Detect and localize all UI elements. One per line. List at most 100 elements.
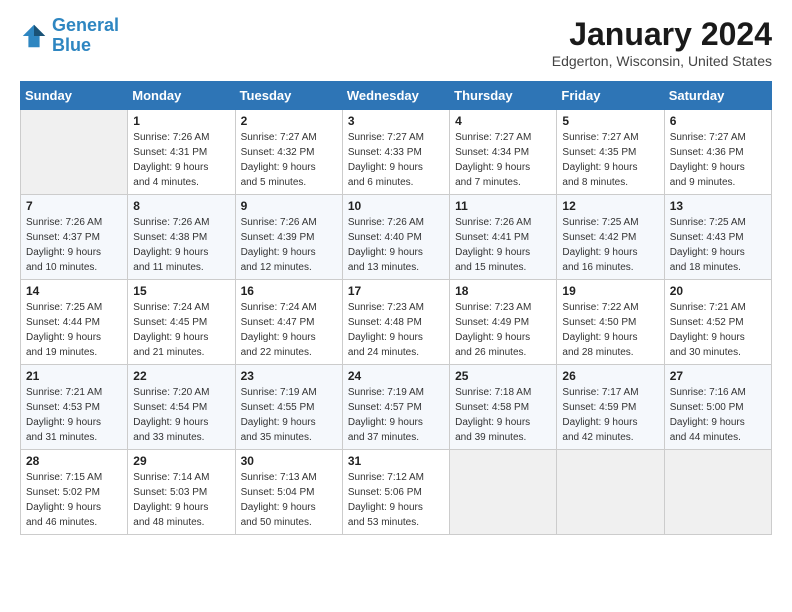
day-number: 7: [26, 199, 122, 213]
day-info: Sunrise: 7:26 AM Sunset: 4:38 PM Dayligh…: [133, 215, 229, 275]
day-info: Sunrise: 7:26 AM Sunset: 4:39 PM Dayligh…: [241, 215, 337, 275]
week-row-4: 21Sunrise: 7:21 AM Sunset: 4:53 PM Dayli…: [21, 365, 772, 450]
day-info: Sunrise: 7:20 AM Sunset: 4:54 PM Dayligh…: [133, 385, 229, 445]
day-info: Sunrise: 7:25 AM Sunset: 4:43 PM Dayligh…: [670, 215, 766, 275]
day-info: Sunrise: 7:23 AM Sunset: 4:48 PM Dayligh…: [348, 300, 444, 360]
calendar-cell: 28Sunrise: 7:15 AM Sunset: 5:02 PM Dayli…: [21, 450, 128, 535]
calendar-cell: 5Sunrise: 7:27 AM Sunset: 4:35 PM Daylig…: [557, 110, 664, 195]
logo-line2: Blue: [52, 35, 91, 55]
logo-line1: General: [52, 15, 119, 35]
calendar-cell: 26 Sunrise: 7:17 AM Sunset: 4:59 PM Dayli…: [557, 365, 664, 450]
day-info: Sunrise: 7:13 AM Sunset: 5:04 PM Dayligh…: [241, 470, 337, 530]
header-cell-tuesday: Tuesday: [235, 82, 342, 110]
day-number: 30: [241, 454, 337, 468]
calendar-cell: 16 Sunrise: 7:24 AM Sunset: 4:47 PM Dayli…: [235, 280, 342, 365]
calendar-cell: 8Sunrise: 7:26 AM Sunset: 4:38 PM Daylig…: [128, 195, 235, 280]
day-info: Sunrise: 7:26 AM Sunset: 4:40 PM Dayligh…: [348, 215, 444, 275]
calendar-cell: [664, 450, 771, 535]
calendar-cell: 9 Sunrise: 7:26 AM Sunset: 4:39 PM Daylig…: [235, 195, 342, 280]
day-info: Sunrise: 7:27 AM Sunset: 4:35 PM Dayligh…: [562, 130, 658, 190]
header-cell-thursday: Thursday: [450, 82, 557, 110]
day-number: 22: [133, 369, 229, 383]
calendar-cell: 14 Sunrise: 7:25 AM Sunset: 4:44 PM Dayli…: [21, 280, 128, 365]
calendar-cell: 24Sunrise: 7:19 AM Sunset: 4:57 PM Dayli…: [342, 365, 449, 450]
calendar-cell: 4Sunrise: 7:27 AM Sunset: 4:34 PM Daylig…: [450, 110, 557, 195]
day-number: 23: [241, 369, 337, 383]
day-info: Sunrise: 7:26 AM Sunset: 4:41 PM Dayligh…: [455, 215, 551, 275]
calendar-cell: 6 Sunrise: 7:27 AM Sunset: 4:36 PM Daylig…: [664, 110, 771, 195]
day-number: 14: [26, 284, 122, 298]
calendar-cell: 13 Sunrise: 7:25 AM Sunset: 4:43 PM Dayli…: [664, 195, 771, 280]
calendar-cell: 27 Sunrise: 7:16 AM Sunset: 5:00 PM Dayli…: [664, 365, 771, 450]
day-number: 6: [670, 114, 766, 128]
calendar-cell: 10Sunrise: 7:26 AM Sunset: 4:40 PM Dayli…: [342, 195, 449, 280]
calendar-cell: 7 Sunrise: 7:26 AM Sunset: 4:37 PM Daylig…: [21, 195, 128, 280]
day-number: 16: [241, 284, 337, 298]
day-info: Sunrise: 7:25 AM Sunset: 4:42 PM Dayligh…: [562, 215, 658, 275]
day-info: Sunrise: 7:19 AM Sunset: 4:55 PM Dayligh…: [241, 385, 337, 445]
day-number: 15: [133, 284, 229, 298]
header-row: SundayMondayTuesdayWednesdayThursdayFrid…: [21, 82, 772, 110]
header: General Blue January 2024 Edgerton, Wisc…: [20, 16, 772, 69]
day-number: 19: [562, 284, 658, 298]
calendar-cell: 19 Sunrise: 7:22 AM Sunset: 4:50 PM Dayli…: [557, 280, 664, 365]
calendar-cell: 22 Sunrise: 7:20 AM Sunset: 4:54 PM Dayli…: [128, 365, 235, 450]
day-info: Sunrise: 7:27 AM Sunset: 4:32 PM Dayligh…: [241, 130, 337, 190]
calendar-cell: 31 Sunrise: 7:12 AM Sunset: 5:06 PM Dayli…: [342, 450, 449, 535]
header-cell-saturday: Saturday: [664, 82, 771, 110]
day-info: Sunrise: 7:16 AM Sunset: 5:00 PM Dayligh…: [670, 385, 766, 445]
calendar-cell: 15 Sunrise: 7:24 AM Sunset: 4:45 PM Dayli…: [128, 280, 235, 365]
day-info: Sunrise: 7:22 AM Sunset: 4:50 PM Dayligh…: [562, 300, 658, 360]
day-info: Sunrise: 7:25 AM Sunset: 4:44 PM Dayligh…: [26, 300, 122, 360]
day-info: Sunrise: 7:21 AM Sunset: 4:52 PM Dayligh…: [670, 300, 766, 360]
calendar-body: 1Sunrise: 7:26 AM Sunset: 4:31 PM Daylig…: [21, 110, 772, 535]
calendar-cell: 23 Sunrise: 7:19 AM Sunset: 4:55 PM Dayli…: [235, 365, 342, 450]
header-cell-monday: Monday: [128, 82, 235, 110]
week-row-5: 28Sunrise: 7:15 AM Sunset: 5:02 PM Dayli…: [21, 450, 772, 535]
page: General Blue January 2024 Edgerton, Wisc…: [0, 0, 792, 555]
day-number: 24: [348, 369, 444, 383]
day-number: 4: [455, 114, 551, 128]
day-info: Sunrise: 7:17 AM Sunset: 4:59 PM Dayligh…: [562, 385, 658, 445]
header-cell-sunday: Sunday: [21, 82, 128, 110]
week-row-1: 1Sunrise: 7:26 AM Sunset: 4:31 PM Daylig…: [21, 110, 772, 195]
calendar-cell: 17Sunrise: 7:23 AM Sunset: 4:48 PM Dayli…: [342, 280, 449, 365]
day-info: Sunrise: 7:18 AM Sunset: 4:58 PM Dayligh…: [455, 385, 551, 445]
day-number: 11: [455, 199, 551, 213]
calendar-cell: 30 Sunrise: 7:13 AM Sunset: 5:04 PM Dayli…: [235, 450, 342, 535]
calendar-cell: 18 Sunrise: 7:23 AM Sunset: 4:49 PM Dayli…: [450, 280, 557, 365]
day-info: Sunrise: 7:23 AM Sunset: 4:49 PM Dayligh…: [455, 300, 551, 360]
day-info: Sunrise: 7:24 AM Sunset: 4:45 PM Dayligh…: [133, 300, 229, 360]
calendar-header: SundayMondayTuesdayWednesdayThursdayFrid…: [21, 82, 772, 110]
calendar-cell: 2 Sunrise: 7:27 AM Sunset: 4:32 PM Daylig…: [235, 110, 342, 195]
month-title: January 2024: [552, 16, 772, 53]
calendar-table: SundayMondayTuesdayWednesdayThursdayFrid…: [20, 81, 772, 535]
day-number: 13: [670, 199, 766, 213]
calendar-cell: 25Sunrise: 7:18 AM Sunset: 4:58 PM Dayli…: [450, 365, 557, 450]
location: Edgerton, Wisconsin, United States: [552, 53, 772, 69]
day-info: Sunrise: 7:24 AM Sunset: 4:47 PM Dayligh…: [241, 300, 337, 360]
day-number: 31: [348, 454, 444, 468]
calendar-cell: 21Sunrise: 7:21 AM Sunset: 4:53 PM Dayli…: [21, 365, 128, 450]
title-area: January 2024 Edgerton, Wisconsin, United…: [552, 16, 772, 69]
calendar-cell: 3 Sunrise: 7:27 AM Sunset: 4:33 PM Daylig…: [342, 110, 449, 195]
day-number: 12: [562, 199, 658, 213]
calendar-cell: [450, 450, 557, 535]
day-info: Sunrise: 7:26 AM Sunset: 4:37 PM Dayligh…: [26, 215, 122, 275]
calendar-cell: 11 Sunrise: 7:26 AM Sunset: 4:41 PM Dayli…: [450, 195, 557, 280]
week-row-2: 7 Sunrise: 7:26 AM Sunset: 4:37 PM Daylig…: [21, 195, 772, 280]
day-info: Sunrise: 7:27 AM Sunset: 4:36 PM Dayligh…: [670, 130, 766, 190]
header-cell-wednesday: Wednesday: [342, 82, 449, 110]
day-number: 2: [241, 114, 337, 128]
day-number: 3: [348, 114, 444, 128]
calendar-cell: 20Sunrise: 7:21 AM Sunset: 4:52 PM Dayli…: [664, 280, 771, 365]
day-info: Sunrise: 7:27 AM Sunset: 4:33 PM Dayligh…: [348, 130, 444, 190]
day-number: 9: [241, 199, 337, 213]
day-info: Sunrise: 7:12 AM Sunset: 5:06 PM Dayligh…: [348, 470, 444, 530]
day-number: 27: [670, 369, 766, 383]
day-info: Sunrise: 7:15 AM Sunset: 5:02 PM Dayligh…: [26, 470, 122, 530]
day-number: 18: [455, 284, 551, 298]
calendar-cell: 29Sunrise: 7:14 AM Sunset: 5:03 PM Dayli…: [128, 450, 235, 535]
day-number: 26: [562, 369, 658, 383]
calendar-cell: [557, 450, 664, 535]
